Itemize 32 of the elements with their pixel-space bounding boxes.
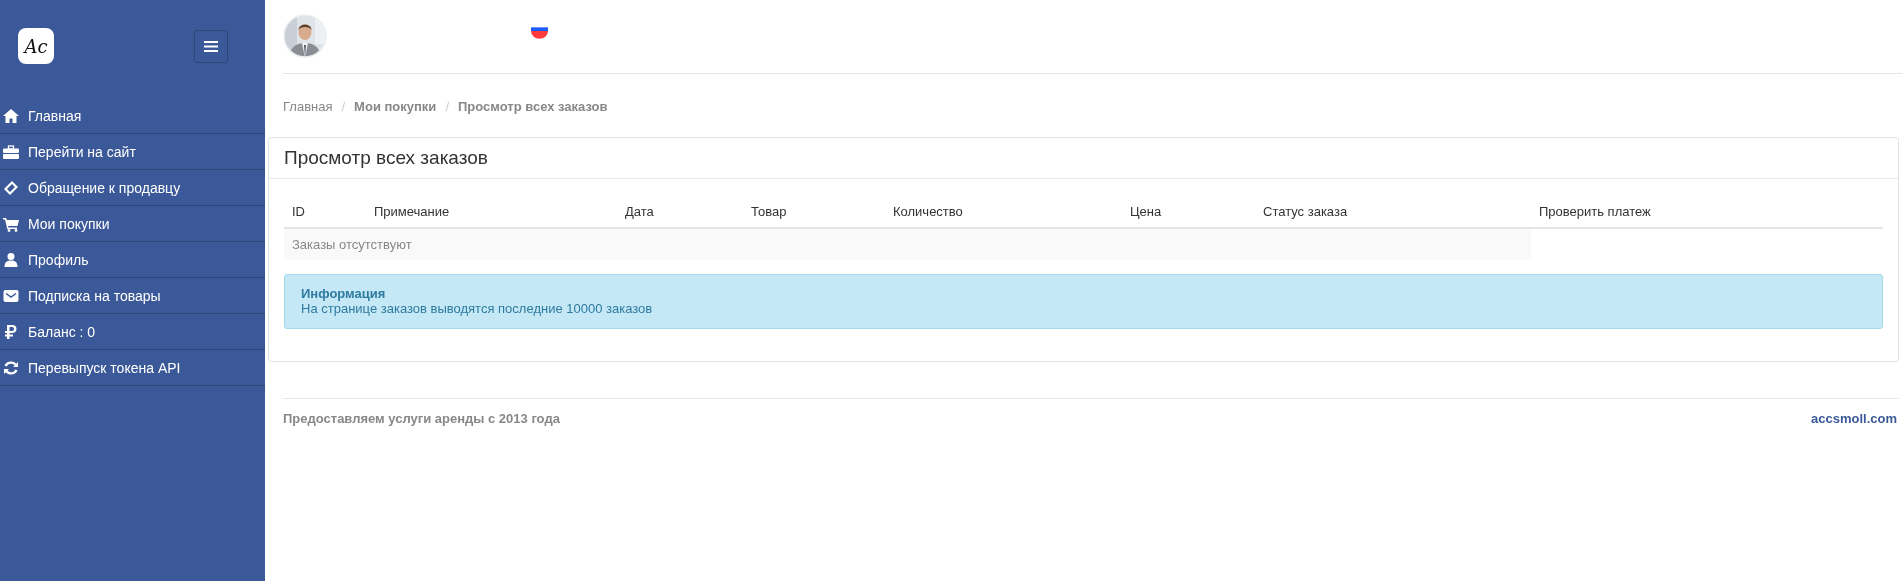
empty-message: Заказы отсутствуют bbox=[284, 228, 1531, 260]
refresh-icon bbox=[3, 359, 19, 376]
alert-title: Информация bbox=[301, 286, 387, 301]
sidebar-item[interactable]: Главная bbox=[0, 98, 265, 134]
sidebar-item[interactable]: Профиль bbox=[0, 242, 265, 278]
sidebar-item[interactable]: Перевыпуск токена API bbox=[0, 350, 265, 386]
breadcrumb-link[interactable]: Просмотр всех заказов bbox=[458, 99, 608, 115]
column-header: Проверить платеж bbox=[1531, 189, 1883, 228]
sidebar-item[interactable]: Обращение к продавцу bbox=[0, 170, 265, 206]
alert-text: На странице заказов выводятся последние 10000 заказов bbox=[301, 301, 654, 316]
sidebar-item[interactable]: Подписка на товары bbox=[0, 278, 265, 314]
footer-link[interactable]: accsmoll.com bbox=[1811, 411, 1897, 426]
breadcrumb-link[interactable]: Главная bbox=[283, 99, 333, 115]
user-icon bbox=[3, 251, 19, 268]
breadcrumb-separator: / bbox=[341, 99, 346, 115]
logo[interactable]: Ac bbox=[18, 28, 54, 64]
panel-title: Просмотр всех заказов bbox=[269, 138, 1898, 179]
breadcrumb-link[interactable]: Мои покупки bbox=[354, 99, 437, 115]
sidebar-item[interactable]: Баланс : 0 bbox=[0, 314, 265, 350]
envelope-icon bbox=[3, 287, 19, 304]
sidebar-item[interactable]: Перейти на сайт bbox=[0, 134, 265, 170]
flag-icon[interactable] bbox=[531, 27, 548, 39]
home-icon bbox=[3, 107, 19, 124]
ruble-icon bbox=[3, 323, 19, 340]
sidebar-item[interactable]: Мои покупки bbox=[0, 206, 265, 242]
menu-icon bbox=[204, 40, 218, 52]
menu-button[interactable] bbox=[194, 29, 228, 63]
briefcase-icon bbox=[3, 143, 19, 160]
ticket-icon bbox=[3, 179, 19, 196]
breadcrumb-separator: / bbox=[445, 99, 449, 115]
footer-text: Предоставляем услуги аренды с 2013 года bbox=[283, 411, 560, 426]
cart-icon bbox=[3, 215, 19, 232]
